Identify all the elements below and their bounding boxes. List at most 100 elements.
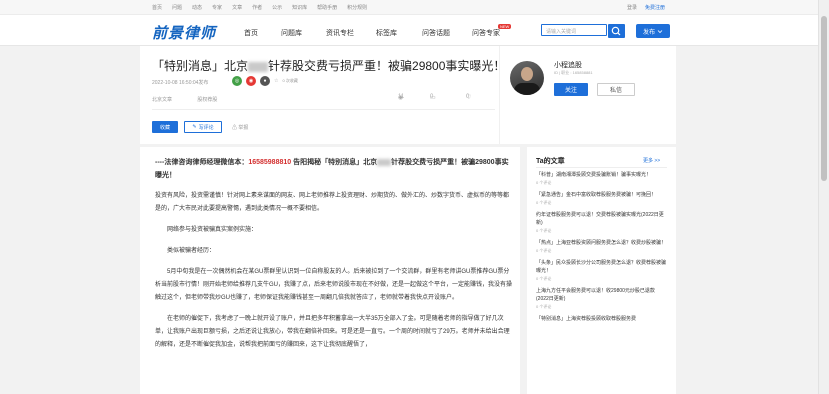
pencil-icon: ✎ bbox=[192, 124, 197, 130]
top-link[interactable]: 专家 bbox=[212, 4, 222, 11]
sidebar-title: Ta的文章 bbox=[536, 158, 565, 165]
avatar-suit bbox=[514, 83, 540, 95]
list-item[interactable]: 「科普」湖南湘潭投顾交费投骗账销！骗事实曝光！ 0 个评论 bbox=[536, 171, 667, 186]
nav-item-topics[interactable]: 问答话题 bbox=[422, 28, 450, 38]
list-item-meta: 0 个评论 bbox=[536, 276, 552, 281]
chevron-down-icon bbox=[657, 29, 663, 33]
list-item-title[interactable]: 「紧急通告」金石中富收取荐股服务费被骗！可挽回！ bbox=[536, 191, 667, 199]
top-link[interactable]: 作者 bbox=[252, 4, 262, 11]
avatar-face bbox=[521, 67, 533, 81]
title-prefix: 「特别消息」北京 bbox=[152, 59, 249, 73]
avatar[interactable] bbox=[510, 61, 544, 95]
collect-icon: ☆ bbox=[274, 78, 279, 84]
lead-mid: 告阳揭秘「特别消息」北京 bbox=[291, 159, 378, 166]
top-link[interactable]: 文章 bbox=[232, 4, 242, 11]
title-suffix: 针荐股交费亏损严重！被骗29800事实曝光！ bbox=[268, 59, 506, 73]
nav-item-tags[interactable]: 标签库 bbox=[376, 28, 397, 38]
top-link[interactable]: 动态 bbox=[192, 4, 202, 11]
author-id: ID | 职业 : 165858881 bbox=[554, 70, 593, 75]
report-label: 举报 bbox=[238, 125, 249, 131]
paragraph: 5月中旬我是在一次偶然机会在某GU票群里认识到一位自称股友的人。后来被拉到了一个… bbox=[155, 269, 513, 301]
search-icon bbox=[611, 26, 621, 36]
search-input[interactable]: 请输入关键词 bbox=[541, 24, 607, 36]
collect-button[interactable]: 收藏 bbox=[152, 121, 178, 133]
phone-number: 16585988810 bbox=[248, 159, 292, 166]
site-logo[interactable]: 前景律师 bbox=[152, 22, 216, 43]
register-link[interactable]: 免费注册 bbox=[645, 4, 665, 11]
list-item-title[interactable]: 「头条」民众投顾长沙分公司服务费怎么退？收费荐股被骗曝光！ bbox=[536, 259, 667, 275]
follow-button[interactable]: 关注 bbox=[554, 83, 588, 96]
list-item-meta: 0 个评论 bbox=[536, 248, 552, 253]
write-comment-button[interactable]: ✎ 写评论 bbox=[184, 121, 222, 133]
more-link[interactable]: 更多 >> bbox=[643, 157, 660, 164]
article-text: ----法律咨询律师经理微信本：16585988810 告阳揭秘「特别消息」北京… bbox=[155, 156, 512, 360]
message-button[interactable]: 私信 bbox=[597, 83, 635, 96]
list-item-meta: 0 个评论 bbox=[536, 304, 552, 309]
wechat-icon[interactable]: ◎ bbox=[232, 76, 242, 86]
login-link[interactable]: 登录 bbox=[627, 4, 637, 11]
top-link[interactable]: 公示 bbox=[272, 4, 282, 11]
scrollbar-thumb[interactable] bbox=[821, 16, 827, 181]
paragraph: 投资有风险，投资需谨慎！针对网上素来谋面的网友、网上老师推荐上投资理财、炒期货的… bbox=[155, 193, 510, 212]
collect-count: 0 次收藏 bbox=[282, 78, 298, 83]
write-comment-label: 写评论 bbox=[198, 124, 214, 131]
tag-item[interactable]: 股权荐股 bbox=[197, 97, 217, 103]
top-link[interactable]: 问题 bbox=[172, 4, 182, 11]
nav-item-experts[interactable]: 问答专家 bbox=[472, 28, 500, 38]
list-item-title[interactable]: 「科普」湖南湘潭投顾交费投骗账销！骗事实曝光！ bbox=[536, 171, 667, 179]
list-item-title[interactable]: 上海九方任平会服务费可以退！收29800元炒股已退款(2022日更新) bbox=[536, 287, 667, 303]
like-count: 0 bbox=[466, 94, 470, 100]
top-link[interactable]: 积分规则 bbox=[347, 4, 367, 11]
divider bbox=[536, 167, 667, 168]
scrollbar[interactable] bbox=[818, 0, 829, 394]
top-links: 首页 问题 动态 专家 文章 作者 公示 知识库 帮助手册 积分规则 bbox=[152, 4, 367, 11]
qq-icon[interactable]: ● bbox=[260, 76, 270, 86]
list-item-title[interactable]: 「特别消息」上海资荐股投顾收取荐股服务费 bbox=[536, 315, 667, 323]
search-button[interactable] bbox=[608, 24, 625, 38]
tag-item[interactable]: 北京文章 bbox=[152, 97, 172, 103]
nav-item-news[interactable]: 资讯专栏 bbox=[326, 28, 354, 38]
list-item[interactable]: 「紧急通告」金石中富收取荐股服务费被骗！可挽回！ 0 个评论 bbox=[536, 191, 667, 206]
page-title: 「特别消息」北京 针荐股交费亏损严重！被骗29800事实曝光！ bbox=[152, 57, 505, 74]
top-link[interactable]: 知识库 bbox=[292, 4, 307, 11]
top-link[interactable]: 帮助手册 bbox=[317, 4, 337, 11]
publish-label: 发布 bbox=[642, 29, 655, 36]
article-header: 「特别消息」北京 针荐股交费亏损严重！被骗29800事实曝光！ 2022-10-0… bbox=[140, 46, 676, 144]
redacted-text bbox=[248, 61, 269, 72]
author-name[interactable]: 小程追股 bbox=[554, 60, 582, 70]
report-link[interactable]: ⚠ 举报 bbox=[232, 124, 248, 131]
article-body: ----法律咨询律师经理微信本：16585988810 告阳揭秘「特别消息」北京… bbox=[140, 147, 520, 394]
view-count: 11 bbox=[398, 94, 405, 100]
list-item[interactable]: 约年证荐股服务费可以退！交费荐股被骗实曝光(2022日更新) 0 个评论 bbox=[536, 211, 667, 234]
new-badge: NEW bbox=[498, 24, 512, 29]
share-bar: ◎ ◉ ● ☆ 0 次收藏 bbox=[232, 76, 298, 86]
top-links-bar: 首页 问题 动态 专家 文章 作者 公示 知识库 帮助手册 积分规则 登录 免费… bbox=[0, 0, 829, 15]
article-list: 「科普」湖南湘潭投顾交费投骗账销！骗事实曝光！ 0 个评论 「紧急通告」金石中富收… bbox=[536, 171, 667, 328]
author-articles-sidebar: Ta的文章 更多 >> 「科普」湖南湘潭投顾交费投骗账销！骗事实曝光！ 0 个评论… bbox=[527, 147, 676, 394]
list-item[interactable]: 「热点」上海亚荐股资顾问服务费怎么退？收费炒股被骗！ 0 个评论 bbox=[536, 239, 667, 254]
main-nav: 前景律师 首页 问题库 资讯专栏 标签库 问答话题 问答专家 NEW bbox=[0, 15, 829, 46]
publish-button[interactable]: 发布 bbox=[636, 24, 670, 38]
list-item-meta: 0 个评论 bbox=[536, 228, 552, 233]
list-item-title[interactable]: 「热点」上海亚荐股资顾问服务费怎么退？收费炒股被骗！ bbox=[536, 239, 667, 247]
lead-prefix: ----法律咨询律师经理微信本： bbox=[155, 159, 249, 166]
paragraph: 网络参与投资被骗真实案例实施： bbox=[167, 227, 258, 233]
paragraph: 类似被骗者经历： bbox=[167, 248, 216, 254]
paragraph: 在老师的催促下，我考虑了一晚上就开设了账户，并且把多年积蓄拿出一大半35万全部入… bbox=[155, 316, 510, 348]
list-item-meta: 0 个评论 bbox=[536, 180, 552, 185]
article-lead: ----法律咨询律师经理微信本：16585988810 告阳揭秘「特别消息」北京… bbox=[155, 156, 512, 182]
list-item[interactable]: 「头条」民众投顾长沙分公司服务费怎么退？收费荐股被骗曝光！ 0 个评论 bbox=[536, 259, 667, 282]
warning-icon: ⚠ bbox=[232, 125, 238, 131]
nav-item-home[interactable]: 首页 bbox=[244, 28, 258, 38]
top-link[interactable]: 首页 bbox=[152, 4, 162, 11]
divider bbox=[499, 46, 500, 144]
list-item[interactable]: 上海九方任平会服务费可以退！收29800元炒股已退款(2022日更新) 0 个评论 bbox=[536, 287, 667, 310]
nav-item-questions[interactable]: 问题库 bbox=[281, 28, 302, 38]
list-item[interactable]: 「特别消息」上海资荐股投顾收取荐股服务费 bbox=[536, 315, 667, 323]
comment-count: 0 bbox=[430, 94, 434, 100]
account-links: 登录 免费注册 bbox=[627, 4, 665, 11]
weibo-icon[interactable]: ◉ bbox=[246, 76, 256, 86]
tag-list: 北京文章 股权荐股 bbox=[152, 96, 241, 103]
list-item-title[interactable]: 约年证荐股服务费可以退！交费荐股被骗实曝光(2022日更新) bbox=[536, 211, 667, 227]
post-date: 2022-10-08 16:50:04发布 bbox=[152, 80, 209, 86]
